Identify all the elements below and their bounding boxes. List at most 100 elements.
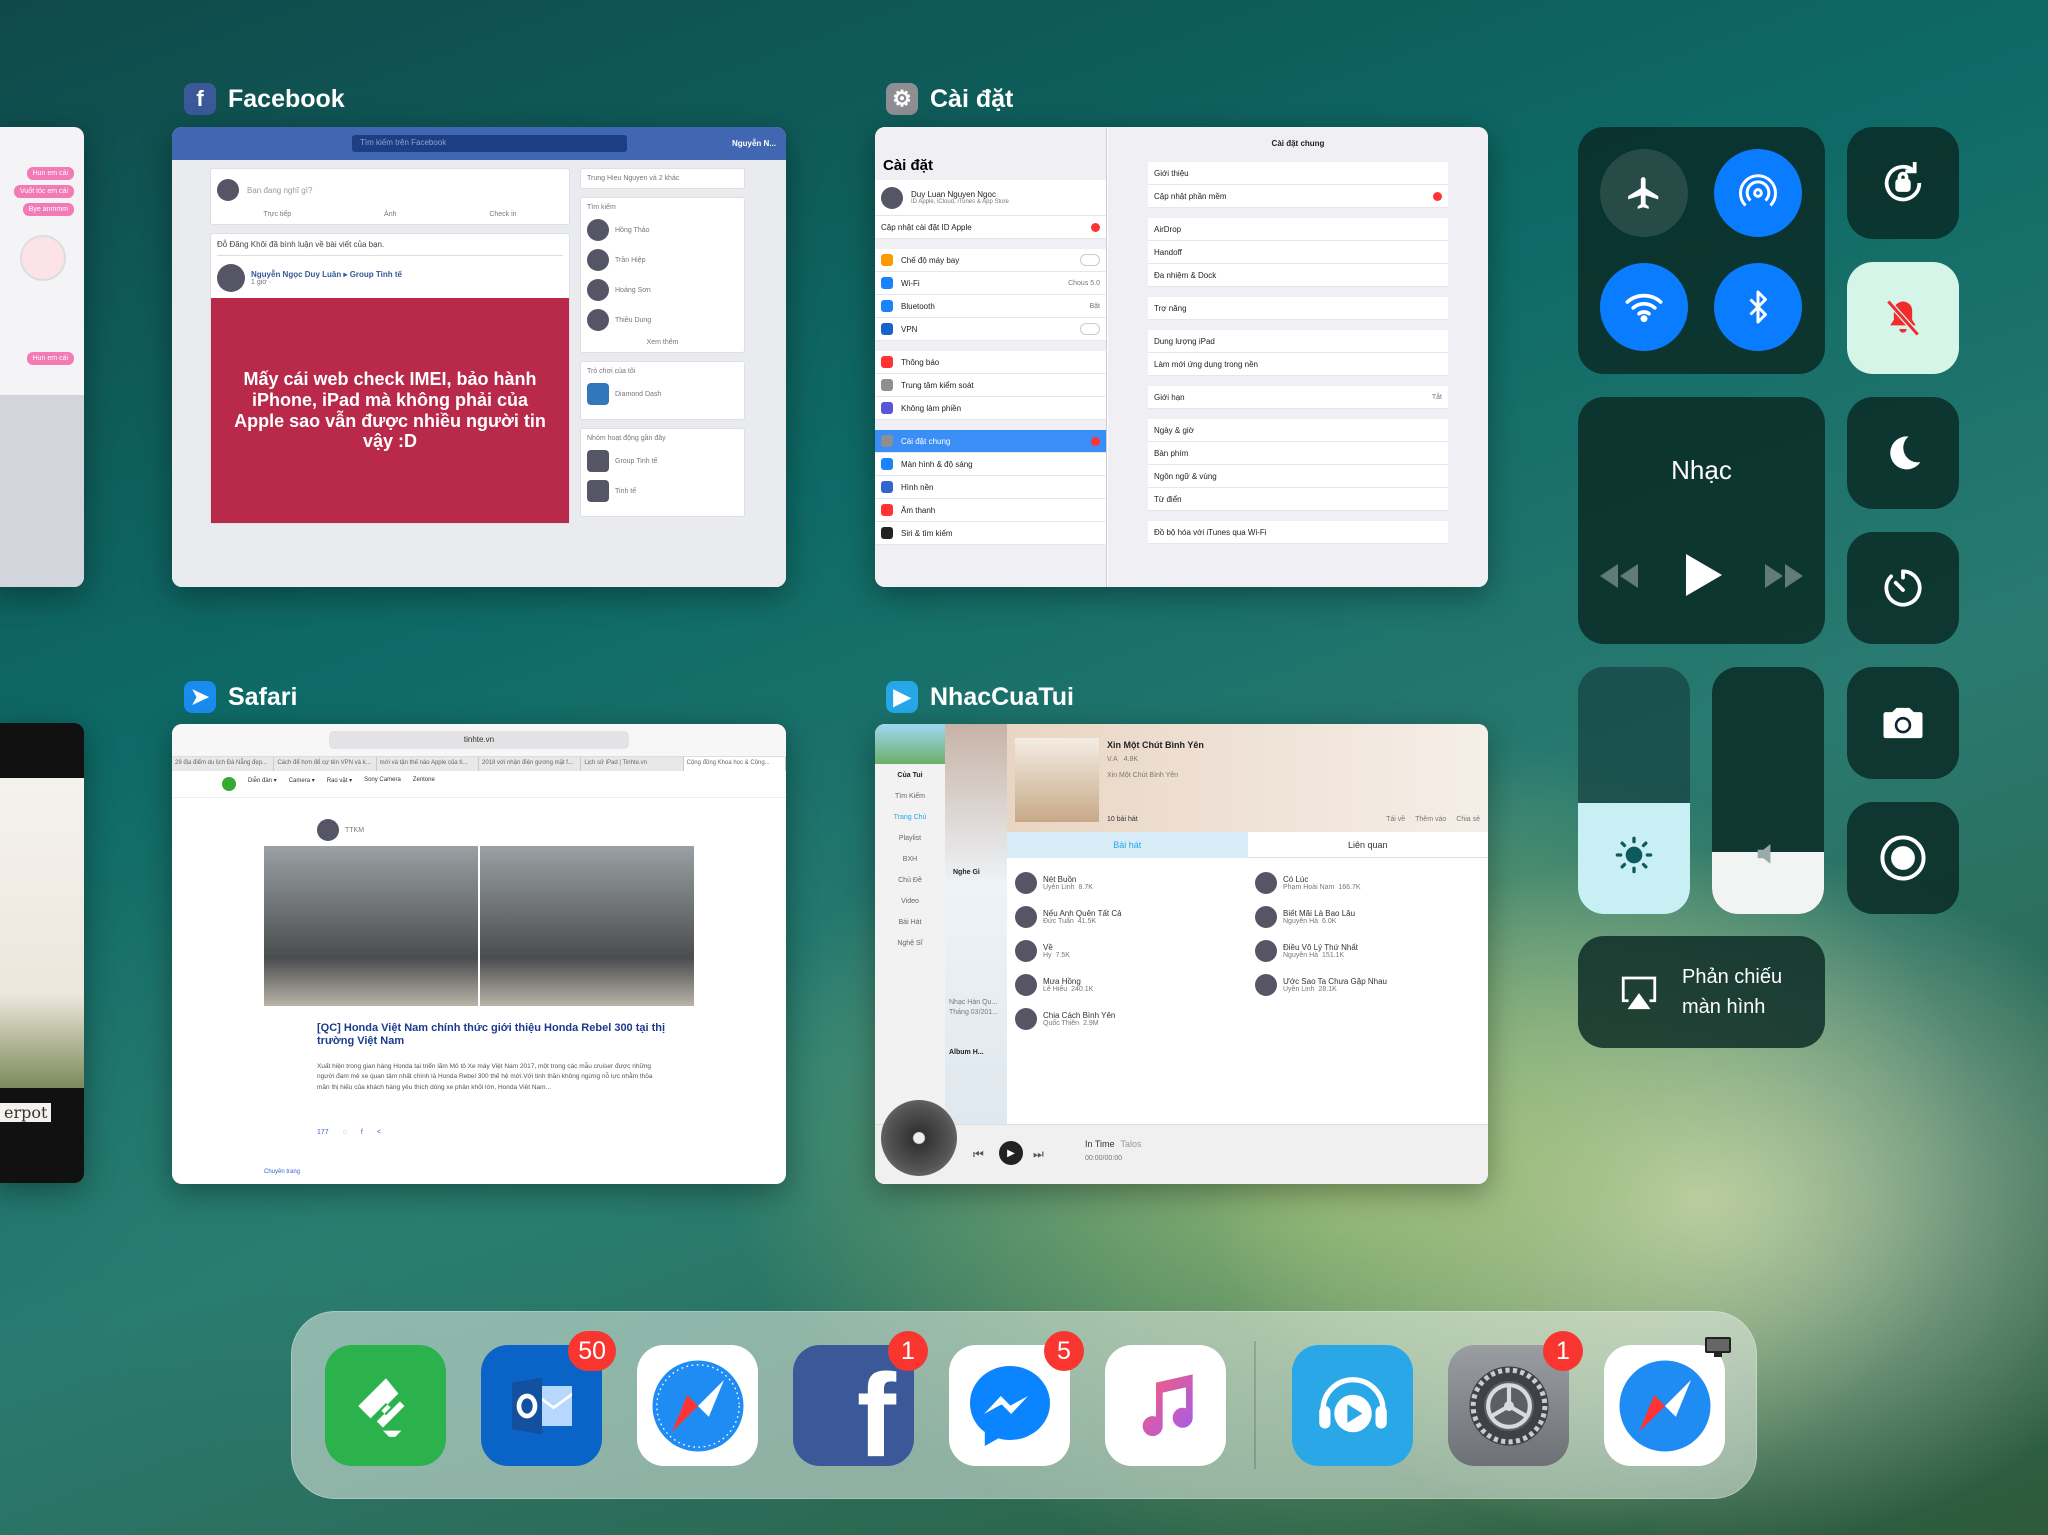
- song-row[interactable]: Có Lúc Phạm Hoài Nam 166.7K: [1255, 866, 1475, 900]
- screen-mirroring-button[interactable]: Phản chiếu màn hình: [1578, 936, 1825, 1048]
- download-button[interactable]: Tải về: [1386, 816, 1405, 823]
- background-refresh-row[interactable]: Làm mới ứng dụng trong nền: [1148, 353, 1448, 376]
- nav-artists[interactable]: Nghệ Sĩ: [897, 940, 922, 947]
- itunes-wifi-sync-row[interactable]: Đồ bộ hóa với iTunes qua Wi-Fi: [1148, 521, 1448, 544]
- toggle[interactable]: [1080, 254, 1100, 266]
- song-row[interactable]: Về Hy 7.5K: [1015, 934, 1235, 968]
- dock-facebook[interactable]: f 1: [793, 1331, 928, 1475]
- nav-home[interactable]: Trang Chủ: [894, 814, 927, 821]
- timer-button[interactable]: [1847, 532, 1959, 644]
- nav-playlist[interactable]: Playlist: [899, 835, 921, 842]
- accessibility-row[interactable]: Trợ năng: [1148, 297, 1448, 320]
- dock-safari[interactable]: [637, 1345, 758, 1466]
- dock-settings[interactable]: 1: [1448, 1331, 1583, 1466]
- control-center-row[interactable]: Trung tâm kiểm soát: [875, 374, 1106, 397]
- song-row[interactable]: Điều Vô Lý Thứ Nhất Nguyên Hà 151.1K: [1255, 934, 1475, 968]
- notifications-row[interactable]: Thông báo: [875, 351, 1106, 374]
- volume-slider[interactable]: [1712, 667, 1824, 914]
- facebook-card[interactable]: Tìm kiếm trên Facebook Nguyễn N... Bạn đ…: [172, 127, 786, 587]
- airdrop-toggle[interactable]: [1714, 149, 1802, 237]
- nhaccuatui-card[interactable]: Của Tui Tìm Kiếm Trang Chủ Playlist BXH …: [875, 724, 1488, 1184]
- silent-mode-toggle[interactable]: [1847, 262, 1959, 374]
- nav-item[interactable]: Camera ▾: [289, 777, 315, 791]
- nav-item[interactable]: Zentone: [413, 777, 435, 791]
- vpn-row[interactable]: VPN: [875, 318, 1106, 341]
- tab-related[interactable]: Liên quan: [1247, 832, 1488, 858]
- song-row[interactable]: Nét Buồn Uyên Linh 8.7K: [1015, 866, 1235, 900]
- share-button[interactable]: Chia sẻ: [1456, 816, 1480, 823]
- song-row[interactable]: Chia Cách Bình Yên Quốc Thiên 2.9M: [1015, 1002, 1235, 1036]
- safari-card[interactable]: tinhte.vn 29 địa điểm du lịch Đà Nẵng đẹ…: [172, 724, 786, 1184]
- site-logo[interactable]: [222, 777, 236, 791]
- wallpaper-row[interactable]: Hình nền: [875, 476, 1106, 499]
- software-update-row[interactable]: Cập nhật phần mềm: [1148, 185, 1448, 208]
- date-time-row[interactable]: Ngày & giờ: [1148, 419, 1448, 442]
- friend-name[interactable]: Thiều Dung: [615, 317, 651, 324]
- apple-id-row[interactable]: Duy Luan Nguyen Ngoc ID Apple, iCloud, iT…: [875, 180, 1106, 216]
- dock-messenger[interactable]: 5: [949, 1331, 1084, 1466]
- bluetooth-row[interactable]: Bluetooth Bật: [875, 295, 1106, 318]
- facebook-user-name[interactable]: Nguyễn N...: [732, 139, 776, 148]
- dock-music[interactable]: [1105, 1345, 1226, 1466]
- previous-icon[interactable]: ⏮: [973, 1147, 984, 1162]
- keyboard-row[interactable]: Bàn phím: [1148, 442, 1448, 465]
- song-row[interactable]: Nếu Anh Quên Tất Cả Đức Tuấn 41.5K: [1015, 900, 1235, 934]
- siri-row[interactable]: Siri & tìm kiếm: [875, 522, 1106, 545]
- do-not-disturb-row[interactable]: Không làm phiền: [875, 397, 1106, 420]
- nav-search[interactable]: Tìm Kiếm: [895, 793, 925, 800]
- share-icon[interactable]: <: [377, 1129, 381, 1136]
- airdrop-row[interactable]: AirDrop: [1148, 218, 1448, 241]
- handoff-row[interactable]: Handoff: [1148, 241, 1448, 264]
- album-artist[interactable]: V.A: [1107, 756, 1118, 763]
- toggle[interactable]: [1080, 323, 1100, 335]
- dictionary-row[interactable]: Từ điển: [1148, 488, 1448, 511]
- tab-songs[interactable]: Bài hát: [1007, 832, 1248, 858]
- nav-item[interactable]: Rao vặt ▾: [327, 777, 352, 791]
- play-icon[interactable]: [1684, 552, 1724, 598]
- safari-tab[interactable]: Cộng đồng Khoa học & Công...: [683, 757, 786, 771]
- do-not-disturb-toggle[interactable]: [1847, 397, 1959, 509]
- settings-card[interactable]: Cài đặt Duy Luan Nguyen Ngoc ID Apple, iC…: [875, 127, 1488, 587]
- wifi-toggle[interactable]: [1600, 263, 1688, 351]
- airplane-mode-row[interactable]: Chế độ máy bay: [875, 249, 1106, 272]
- about-row[interactable]: Giới thiệu: [1148, 162, 1448, 185]
- post-author[interactable]: Nguyễn Ngọc Duy Luân ▸ Group Tinh tế: [251, 270, 402, 279]
- nav-topics[interactable]: Chủ Đề: [898, 877, 922, 884]
- contacts-search[interactable]: Tìm kiếm: [587, 204, 738, 211]
- group-name[interactable]: Group Tinh tế: [615, 458, 657, 465]
- brightness-slider[interactable]: [1578, 667, 1690, 914]
- see-more-link[interactable]: Xem thêm: [587, 339, 738, 346]
- nav-item[interactable]: Sony Camera: [364, 777, 401, 791]
- nav-my-music[interactable]: Của Tui: [897, 772, 922, 779]
- rewind-icon[interactable]: [1598, 562, 1640, 590]
- article-title[interactable]: [QC] Honda Việt Nam chính thức giới thiệ…: [317, 1022, 667, 1048]
- dock-nhaccuatui[interactable]: [1292, 1345, 1413, 1466]
- next-icon[interactable]: ⏭: [1033, 1147, 1044, 1162]
- song-row[interactable]: Biết Mãi Là Bao Lâu Nguyên Hà 6.0K: [1255, 900, 1475, 934]
- add-to-button[interactable]: Thêm vào: [1415, 816, 1446, 823]
- nav-video[interactable]: Video: [901, 898, 919, 905]
- address-bar[interactable]: tinhte.vn: [329, 731, 629, 749]
- display-row[interactable]: Màn hình & độ sáng: [875, 453, 1106, 476]
- play-button[interactable]: ▶: [999, 1141, 1023, 1165]
- friend-name[interactable]: Trần Hiệp: [615, 257, 645, 264]
- dock-safari-recent[interactable]: [1604, 1337, 1731, 1466]
- airplane-mode-toggle[interactable]: [1600, 149, 1688, 237]
- restrictions-row[interactable]: Giới hạn Tắt: [1148, 386, 1448, 409]
- general-row[interactable]: Cài đặt chung: [875, 430, 1106, 453]
- partial-app-card-bottom[interactable]: erpot: [0, 723, 84, 1183]
- live-button[interactable]: Trực tiếp: [263, 211, 291, 218]
- screen-recording-button[interactable]: [1847, 802, 1959, 914]
- share-facebook-icon[interactable]: f: [361, 1129, 363, 1136]
- update-apple-id-row[interactable]: Cập nhật cài đặt ID Apple: [875, 216, 1106, 239]
- nav-chart[interactable]: BXH: [903, 856, 917, 863]
- safari-tab[interactable]: Lịch sử iPad | Tinhte.vn: [581, 757, 684, 771]
- group-name[interactable]: Tinh tế: [615, 488, 636, 495]
- comment-icon[interactable]: ◌: [343, 1129, 347, 1136]
- rotation-lock-toggle[interactable]: [1847, 127, 1959, 239]
- multitasking-row[interactable]: Đa nhiệm & Dock: [1148, 264, 1448, 287]
- nav-item[interactable]: Diễn đàn ▾: [248, 777, 277, 791]
- fast-forward-icon[interactable]: [1763, 562, 1805, 590]
- dock-feedly[interactable]: [325, 1345, 446, 1466]
- song-row[interactable]: Mưa Hồng Lê Hiếu 240.1K: [1015, 968, 1235, 1002]
